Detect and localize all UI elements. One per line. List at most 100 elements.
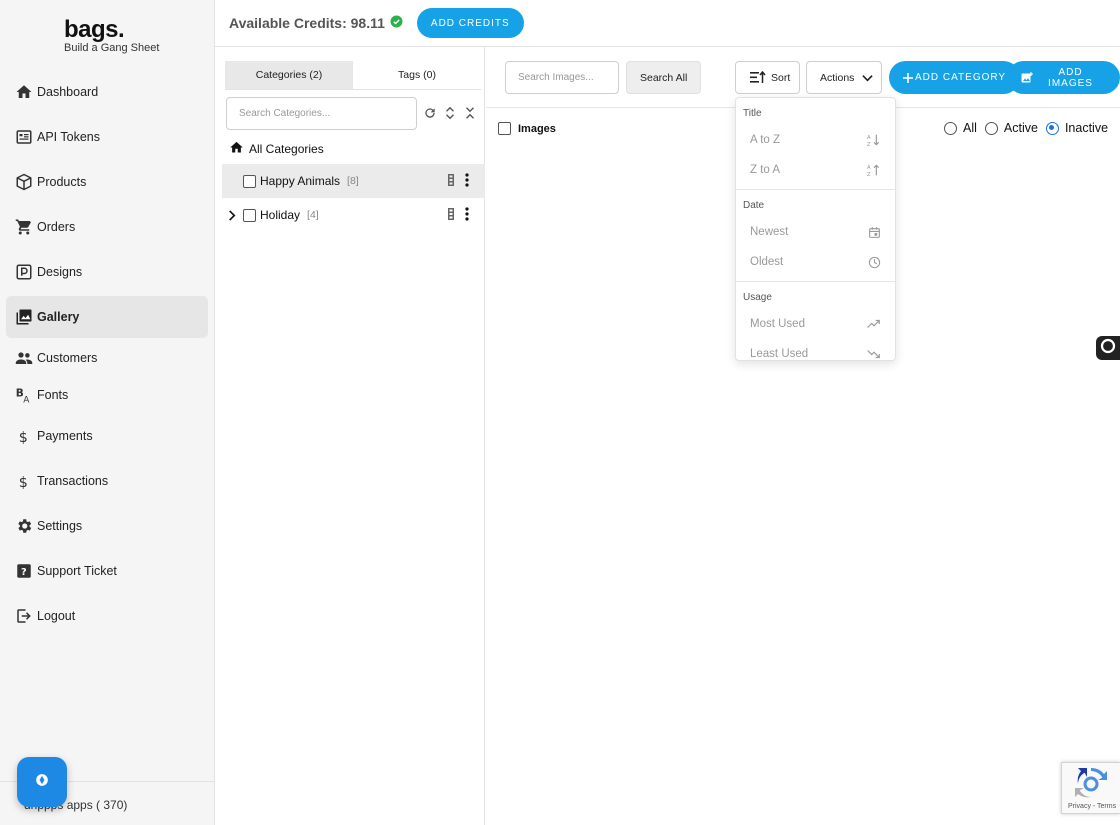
- sidebar-item-label: Orders: [37, 220, 76, 234]
- menu-item-label: Least Used: [750, 348, 809, 360]
- category-checkbox[interactable]: [243, 208, 256, 222]
- sort-section-usage: Usage Most Used Least Used: [736, 282, 895, 373]
- sidebar-item-fonts[interactable]: BA Fonts: [6, 378, 208, 412]
- expand-all-icon[interactable]: [442, 105, 458, 121]
- plus-icon: [903, 72, 913, 83]
- sidebar-item-orders[interactable]: Orders: [6, 206, 208, 248]
- sort-newest[interactable]: Newest: [736, 217, 895, 247]
- add-images-button[interactable]: ADD IMAGES: [1007, 61, 1120, 94]
- sidebar-item-api-tokens[interactable]: API Tokens: [6, 116, 208, 158]
- sort-z-to-a[interactable]: Z to A AZ: [736, 155, 895, 185]
- sidebar-item-dashboard[interactable]: Dashboard: [6, 71, 208, 113]
- sort-icon: [750, 71, 766, 84]
- collapse-all-icon[interactable]: [462, 105, 478, 121]
- home-icon: [229, 140, 244, 158]
- sort-section-title: Title A to Z AZ Z to A AZ: [736, 98, 895, 190]
- images-label: Images: [518, 122, 556, 135]
- filter-all-option[interactable]: All: [944, 121, 977, 135]
- sidebar-item-payments[interactable]: $ Payments: [6, 415, 208, 457]
- filter-inactive-radio[interactable]: [1045, 121, 1059, 135]
- refresh-icon[interactable]: [422, 105, 438, 121]
- sort-button[interactable]: Sort: [735, 61, 800, 94]
- svg-text:A: A: [867, 135, 871, 141]
- sort-section-date: Date Newest Oldest: [736, 190, 895, 282]
- filter-active-option[interactable]: Active: [984, 121, 1038, 135]
- recaptcha-links[interactable]: Privacy - Terms: [1068, 803, 1116, 810]
- image-search-input[interactable]: [505, 61, 619, 94]
- sidebar-item-settings[interactable]: Settings: [6, 505, 208, 547]
- sidebar-item-label: Fonts: [37, 388, 69, 402]
- svg-text:$: $: [19, 430, 28, 445]
- select-all-checkbox[interactable]: [498, 122, 511, 135]
- add-category-label: ADD CATEGORY: [915, 72, 1007, 83]
- font-icon: BA: [15, 386, 33, 405]
- sidebar-item-label: Customers: [37, 351, 98, 365]
- logout-icon: [15, 607, 33, 625]
- chevron-down-icon: [862, 74, 874, 82]
- tab-categories[interactable]: Categories (2): [225, 61, 353, 89]
- svg-text:Z: Z: [867, 172, 871, 177]
- home-icon: [15, 83, 33, 101]
- calendar-icon: [868, 226, 881, 239]
- sidebar-item-products[interactable]: Products: [6, 161, 208, 203]
- category-row[interactable]: Holiday [4]: [222, 198, 485, 232]
- trending-down-icon: [867, 348, 881, 360]
- sidebar-item-label: Support Ticket: [37, 564, 117, 578]
- sort-label: Sort: [771, 71, 791, 84]
- search-all-button[interactable]: Search All: [626, 61, 702, 94]
- filter-active-label: Active: [1003, 121, 1038, 135]
- category-search-input[interactable]: [226, 97, 417, 130]
- sidebar-item-label: Products: [37, 175, 87, 189]
- svg-text:$: $: [19, 475, 28, 490]
- menu-item-label: Z to A: [750, 164, 781, 176]
- add-credits-button[interactable]: Add Credits: [416, 8, 524, 38]
- add-images-label: ADD IMAGES: [1048, 66, 1093, 89]
- sidebar-item-transactions[interactable]: $ Transactions: [6, 460, 208, 502]
- category-checkbox[interactable]: [243, 174, 256, 188]
- gallery-icon: [15, 308, 33, 326]
- all-categories-item[interactable]: All Categories: [229, 140, 324, 158]
- credits-display: Available Credits: 98.11: [229, 15, 403, 31]
- sort-least-used[interactable]: Least Used: [736, 339, 895, 369]
- sort-a-to-z[interactable]: A to Z AZ: [736, 125, 895, 155]
- sidebar-item-designs[interactable]: Designs: [6, 251, 208, 293]
- sidebar-item-gallery[interactable]: Gallery: [6, 296, 208, 338]
- sort-oldest[interactable]: Oldest: [736, 247, 895, 277]
- sidebar-item-support-ticket[interactable]: ? Support Ticket: [6, 550, 208, 592]
- chat-launcher-button[interactable]: [17, 757, 67, 807]
- more-vertical-icon[interactable]: [465, 207, 469, 224]
- actions-dropdown[interactable]: Actions: [806, 61, 882, 94]
- people-icon: [15, 349, 33, 367]
- side-widget-button[interactable]: [1096, 336, 1120, 360]
- cart-icon: [15, 218, 33, 236]
- sidebar-item-label: Gallery: [37, 310, 80, 324]
- recaptcha-badge[interactable]: Privacy - Terms: [1061, 762, 1120, 814]
- logo[interactable]: bags. Build a Gang Sheet: [64, 16, 159, 54]
- category-count: [4]: [307, 209, 319, 221]
- add-category-button[interactable]: ADD CATEGORY: [889, 61, 1021, 94]
- filter-active-radio[interactable]: [984, 121, 998, 135]
- category-row[interactable]: Happy Animals [8]: [222, 164, 485, 198]
- tab-tags[interactable]: Tags (0): [353, 61, 481, 89]
- sort-az-icon: AZ: [867, 133, 881, 147]
- sort-za-icon: AZ: [867, 163, 881, 177]
- sort-section-heading: Usage: [743, 292, 772, 303]
- sort-most-used[interactable]: Most Used: [736, 309, 895, 339]
- sidebar: bags. Build a Gang Sheet Dashboard API T…: [0, 0, 215, 825]
- chevron-right-icon[interactable]: [225, 208, 239, 222]
- category-name: Holiday: [260, 208, 301, 222]
- sidebar-item-label: Transactions: [37, 474, 109, 488]
- sidebar-item-label: Payments: [37, 429, 93, 443]
- menu-item-label: Most Used: [750, 318, 805, 330]
- category-tools: [422, 105, 478, 121]
- filter-all-radio[interactable]: [944, 121, 957, 135]
- more-vertical-icon[interactable]: [465, 173, 469, 190]
- drag-handle-icon[interactable]: [448, 174, 454, 189]
- sidebar-item-label: API Tokens: [37, 130, 101, 144]
- sidebar-item-logout[interactable]: Logout: [6, 595, 208, 637]
- drag-handle-icon[interactable]: [448, 208, 454, 223]
- all-categories-label: All Categories: [249, 142, 324, 156]
- filter-inactive-option[interactable]: Inactive: [1045, 121, 1108, 135]
- dollar-icon: $: [15, 427, 33, 445]
- sidebar-item-customers[interactable]: Customers: [6, 341, 208, 375]
